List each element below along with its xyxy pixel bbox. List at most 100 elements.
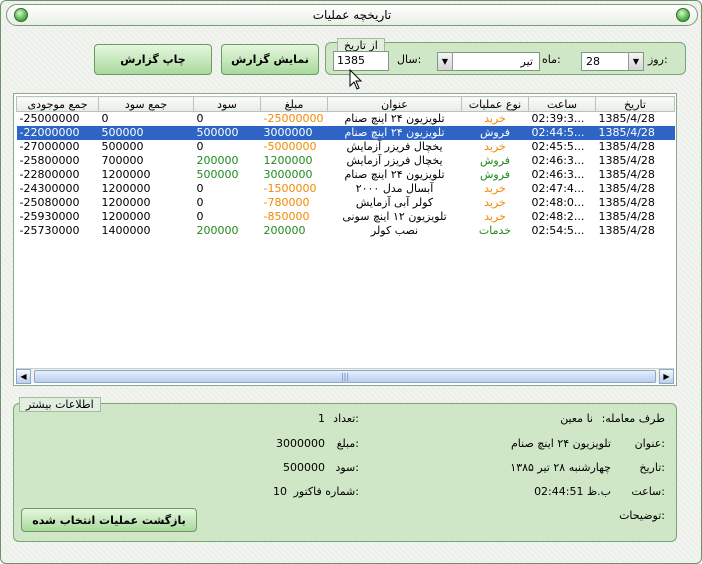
minimize-icon[interactable]: [676, 8, 690, 22]
cell-date: 1385/4/28: [598, 168, 655, 181]
time-value: 02:44:51 ب.ظ: [534, 485, 611, 498]
horizontal-scrollbar[interactable]: ◀ ||| ▶: [16, 368, 674, 384]
cell-title: یخچال فریزر آزمایش: [346, 154, 443, 167]
cell-type: خرید: [484, 112, 506, 126]
cell-title: تلویزیون ۱۲ اینچ سونی: [342, 210, 447, 223]
operations-grid[interactable]: جمع موجودی جمع سود سود مبلغ عنوان نوع عم…: [13, 93, 677, 386]
scroll-right-icon[interactable]: ▶: [659, 369, 674, 384]
cell-amount: -850000: [263, 210, 310, 223]
day-value: 28: [586, 55, 600, 68]
col-date[interactable]: تاریخ: [595, 96, 675, 112]
cell-profit: 500000: [193, 125, 261, 140]
cell-title: تلویزیون ۲۴ اینچ صنام: [327, 125, 462, 140]
cell-profit: 0: [196, 140, 204, 153]
profit-label: سود:: [335, 461, 359, 474]
col-balance[interactable]: جمع موجودی: [16, 96, 99, 112]
back-selected-operation-button[interactable]: بازگشت عملیات انتخاب شده: [21, 508, 197, 532]
grid-header-row: جمع موجودی جمع سود سود مبلغ عنوان نوع عم…: [16, 96, 675, 112]
cell-amount: -780000: [263, 196, 310, 209]
col-title[interactable]: عنوان: [327, 96, 462, 112]
title-label: عنوان:: [634, 437, 665, 450]
count-value: 1: [318, 412, 325, 425]
year-input[interactable]: 1385: [333, 51, 389, 71]
invoice-label: شماره فاکتور:: [293, 485, 359, 498]
cell-type: خرید: [484, 182, 506, 195]
party-label: طرف معامله:: [601, 412, 665, 425]
print-report-button[interactable]: چاپ گزارش: [94, 44, 212, 75]
invoice-value: 10: [273, 485, 287, 498]
table-row[interactable]: -25080000 1200000 0 -780000 کولر آبی آزمایش خ…: [17, 196, 675, 210]
cell-type: خرید: [484, 210, 506, 223]
col-type[interactable]: نوع عملیات: [461, 96, 529, 112]
cell-balance: -22800000: [19, 168, 80, 181]
month-select[interactable]: تیر ▼: [437, 52, 540, 71]
cell-balance: -24300000: [19, 182, 80, 195]
cell-balance: -27000000: [19, 140, 80, 153]
cell-date: 1385/4/28: [595, 125, 675, 140]
cell-balance: -25800000: [19, 154, 80, 167]
cell-time: 02:48:0...: [531, 196, 585, 209]
cell-sumprofit: 1200000: [101, 210, 151, 223]
col-amount[interactable]: مبلغ: [260, 96, 328, 112]
title-bar: تاریخچه عملیات: [6, 4, 698, 26]
chevron-down-icon[interactable]: ▼: [438, 53, 453, 70]
cell-sumprofit: 0: [101, 112, 109, 126]
cell-time: 02:54:5...: [531, 224, 585, 237]
table-row[interactable]: -24300000 1200000 0 -1500000 آبسال مدل ۲۰۰۰ خ…: [17, 182, 675, 196]
cell-balance: -25930000: [19, 210, 80, 223]
cell-profit: 500000: [196, 168, 239, 181]
scroll-left-icon[interactable]: ◀: [16, 369, 31, 384]
cell-balance: -22000000: [16, 125, 99, 140]
cell-profit: 0: [196, 196, 204, 209]
cell-title: تلویزیون ۲۴ اینچ صنام: [344, 168, 445, 181]
cell-time: 02:47:4...: [531, 182, 585, 195]
cell-title: نصب کولر: [370, 224, 419, 237]
mouse-pointer-icon: [349, 69, 363, 90]
close-icon[interactable]: [14, 8, 28, 22]
cell-balance: -25730000: [19, 224, 80, 237]
col-profit[interactable]: سود: [193, 96, 261, 112]
amount-label: مبلغ:: [336, 437, 359, 450]
date-value: چهارشنبه ۲۸ تیر ۱۳۸۵: [510, 461, 611, 474]
scroll-thumb[interactable]: |||: [34, 370, 656, 383]
table-row[interactable]: -22800000 1200000 500000 3000000 تلویزیون ۲۴…: [17, 168, 675, 182]
party-value: نا معین: [560, 412, 593, 425]
cell-amount: 1200000: [263, 154, 313, 167]
day-label: روز:: [648, 53, 668, 66]
cell-date: 1385/4/28: [598, 210, 655, 223]
cell-balance: -25080000: [19, 196, 80, 209]
table-row[interactable]: -25930000 1200000 0 -850000 تلویزیون ۱۲ اینچ…: [17, 210, 675, 224]
table-row[interactable]: -25730000 1400000 200000 200000 نصب کولر خدما…: [17, 224, 675, 238]
cell-type: فروش: [479, 168, 511, 181]
cell-date: 1385/4/28: [598, 112, 655, 126]
table-row[interactable]: -22000000 500000 500000 3000000 تلویزیون ۲۴ …: [16, 125, 675, 140]
cell-date: 1385/4/28: [598, 224, 655, 237]
cell-sumprofit: 500000: [98, 125, 194, 140]
table-row[interactable]: -25800000 700000 200000 1200000 یخچال فریزر …: [17, 154, 675, 168]
window-title: تاریخچه عملیات: [312, 8, 392, 22]
cell-profit: 0: [196, 112, 204, 126]
cell-sumprofit: 500000: [101, 140, 144, 153]
cell-amount: -1500000: [263, 182, 317, 195]
table-row[interactable]: -25000000 0 0 -25000000 تلویزیون ۲۴ اینچ صنا…: [17, 112, 675, 126]
chevron-down-icon[interactable]: ▼: [628, 53, 643, 70]
cell-type: خرید: [484, 196, 506, 209]
profit-value: 500000: [283, 461, 325, 474]
cell-time: 02:45:5...: [531, 140, 585, 153]
show-report-button[interactable]: نمایش گزارش: [221, 44, 319, 75]
col-sum-profit[interactable]: جمع سود: [98, 96, 194, 112]
cell-type: فروش: [479, 154, 511, 167]
amount-value: 3000000: [276, 437, 325, 450]
cell-sumprofit: 1200000: [101, 168, 151, 181]
cell-date: 1385/4/28: [598, 140, 655, 153]
count-label: تعداد:: [333, 412, 359, 425]
col-time[interactable]: ساعت: [528, 96, 596, 112]
day-select[interactable]: 28 ▼: [581, 52, 644, 71]
cell-profit: 0: [196, 182, 204, 195]
cell-amount: -25000000: [263, 112, 324, 126]
table-row[interactable]: -27000000 500000 0 -5000000 یخچال فریزر آزما…: [17, 140, 675, 154]
cell-title: تلویزیون ۲۴ اینچ صنام: [344, 112, 445, 126]
cell-sumprofit: 1400000: [101, 224, 151, 237]
month-label: ماه:: [542, 53, 561, 66]
date-label: تاریخ:: [639, 461, 665, 474]
